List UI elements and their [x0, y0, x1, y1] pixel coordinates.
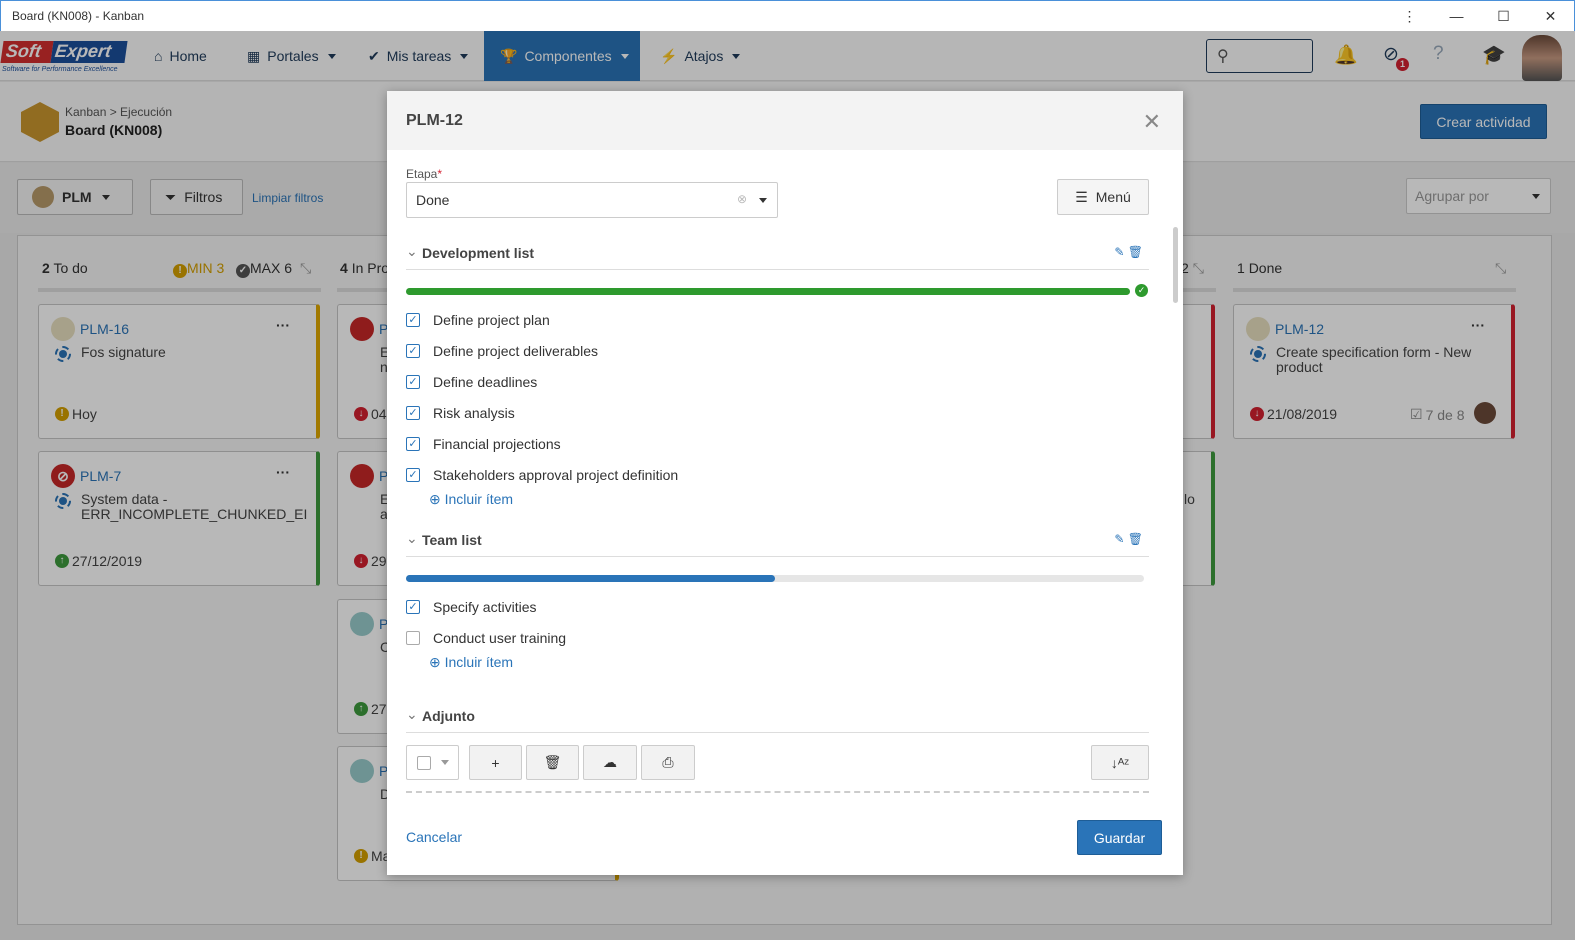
progress-bar: [406, 575, 1144, 582]
chevron-down-icon: ⌄: [406, 243, 418, 259]
window-title: Board (KN008) - Kanban: [12, 9, 145, 23]
sort-az-icon: ↓ᴬᶻ: [1110, 754, 1130, 771]
window-menu-button[interactable]: ⋮: [1386, 1, 1433, 31]
stage-label: Etapa*: [406, 167, 443, 181]
checkbox[interactable]: ✓: [406, 600, 420, 614]
checklist-item-label: Financial projections: [433, 436, 561, 452]
clear-icon[interactable]: ⊗: [737, 192, 747, 206]
chevron-down-icon: ⌄: [406, 706, 418, 722]
stage-select[interactable]: Done ⊗: [406, 182, 778, 218]
checklist-item-label: Stakeholders approval project definition: [433, 467, 679, 483]
minimize-button[interactable]: —: [1433, 1, 1480, 31]
scanner-icon: ⎙: [662, 754, 674, 770]
checkbox[interactable]: ✓: [406, 468, 420, 482]
progress-fill: [406, 288, 1130, 295]
checklist-item[interactable]: ✓ Define project deliverables: [406, 343, 598, 359]
checklist-item-label: Risk analysis: [433, 405, 515, 421]
plus-icon: +: [491, 754, 500, 771]
add-item-link[interactable]: ⊕ Incluir ítem: [429, 491, 513, 508]
cloud-download-icon: ☁: [603, 754, 617, 770]
plus-circle-icon: ⊕: [429, 491, 441, 507]
close-icon[interactable]: ✕: [1143, 109, 1161, 135]
window-titlebar: Board (KN008) - Kanban ⋮ — ☐ ✕: [0, 0, 1575, 31]
checklist-header[interactable]: ⌄ Development list ✎ 🗑: [406, 243, 1149, 270]
chevron-down-icon: ⌄: [406, 530, 418, 546]
scan-attachment-button[interactable]: ⎙: [641, 745, 695, 780]
checklist-item-label: Define project deliverables: [433, 343, 598, 359]
checkbox[interactable]: ✓: [406, 375, 420, 389]
close-window-button[interactable]: ✕: [1527, 1, 1574, 31]
hamburger-icon: ☰: [1075, 188, 1088, 205]
edit-icon[interactable]: ✎: [1114, 245, 1124, 259]
checkbox[interactable]: ✓: [406, 344, 420, 358]
checklist-item[interactable]: Conduct user training: [406, 630, 566, 646]
checklist-item[interactable]: ✓ Define project plan: [406, 312, 550, 328]
save-button[interactable]: Guardar: [1077, 820, 1162, 855]
delete-attachment-button[interactable]: 🗑: [526, 745, 579, 780]
card-detail-modal: PLM-12 ✕ Etapa* Done ⊗ ☰ Menú ⌄ Development…: [387, 91, 1183, 875]
checklist-item-label: Define deadlines: [433, 374, 538, 390]
trash-icon[interactable]: 🗑: [1128, 245, 1143, 259]
checklist-item[interactable]: ✓ Financial projections: [406, 436, 561, 452]
checklist-header[interactable]: ⌄ Team list ✎ 🗑: [406, 530, 1149, 557]
checklist-item[interactable]: ✓ Define deadlines: [406, 374, 537, 390]
checkbox[interactable]: [406, 631, 420, 645]
checkbox[interactable]: ✓: [406, 313, 420, 327]
checklist-item-label: Conduct user training: [433, 630, 567, 646]
checklist-item-label: Specify activities: [433, 599, 537, 615]
progress-bar: [406, 288, 1130, 295]
maximize-button[interactable]: ☐: [1480, 1, 1527, 31]
checkbox[interactable]: ✓: [406, 437, 420, 451]
checklist-item[interactable]: ✓ Risk analysis: [406, 405, 515, 421]
add-attachment-button[interactable]: +: [469, 745, 522, 780]
trash-icon: 🗑: [543, 754, 562, 770]
add-item-link[interactable]: ⊕ Incluir ítem: [429, 654, 513, 671]
checkbox[interactable]: ✓: [406, 406, 420, 420]
cancel-button[interactable]: Cancelar: [406, 829, 462, 845]
plus-circle-icon: ⊕: [429, 654, 441, 670]
checklist-item[interactable]: ✓ Stakeholders approval project definitio…: [406, 467, 678, 483]
modal-scrollbar[interactable]: [1173, 227, 1178, 303]
drop-zone[interactable]: [406, 791, 1149, 801]
complete-check-icon: ✓: [1135, 284, 1148, 297]
menu-button[interactable]: ☰ Menú: [1057, 179, 1149, 215]
sort-button[interactable]: ↓ᴬᶻ: [1091, 745, 1149, 780]
checklist-item-label: Define project plan: [433, 312, 550, 328]
select-all-dropdown[interactable]: [406, 745, 459, 780]
modal-title: PLM-12: [387, 91, 1183, 150]
trash-icon[interactable]: 🗑: [1128, 532, 1143, 546]
download-attachment-button[interactable]: ☁: [583, 745, 637, 780]
caret-down-icon: [759, 198, 767, 203]
attachments-header[interactable]: ⌄ Adjunto: [406, 706, 1149, 733]
edit-icon[interactable]: ✎: [1114, 532, 1124, 546]
checklist-item[interactable]: ✓ Specify activities: [406, 599, 536, 615]
progress-fill: [406, 575, 775, 582]
